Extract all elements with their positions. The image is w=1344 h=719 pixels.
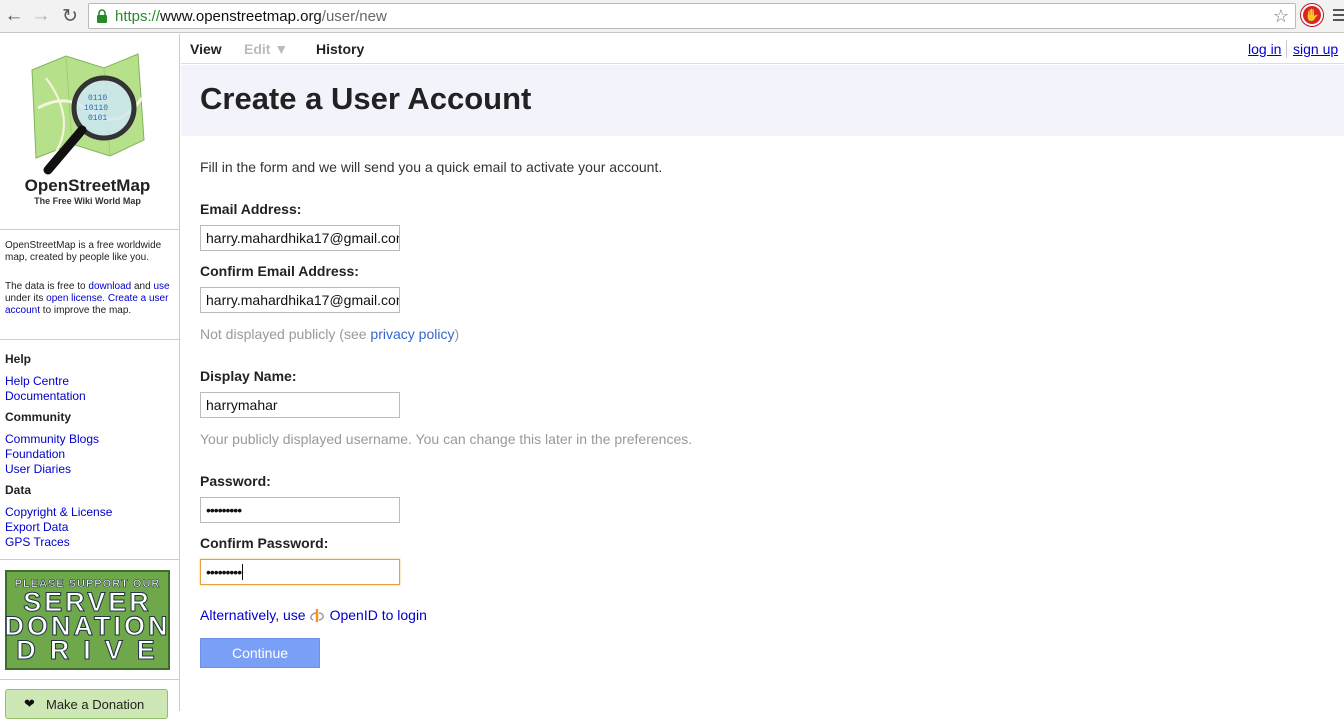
login-link[interactable]: log in — [1248, 41, 1281, 57]
divider — [0, 679, 179, 680]
data-heading: Data — [5, 483, 32, 497]
intro-text-part: and — [131, 281, 154, 292]
forward-icon[interactable]: → — [28, 3, 54, 29]
lock-icon — [95, 9, 109, 23]
gps-traces-link[interactable]: GPS Traces — [5, 535, 70, 549]
intro-text-part: to improve the map. — [40, 305, 132, 316]
password-field[interactable]: ••••••••• — [200, 497, 400, 523]
confirm-email-label: Confirm Email Address: — [200, 263, 359, 279]
use-link[interactable]: use — [153, 281, 169, 292]
openid-option[interactable]: Alternatively, use OpenID to login — [200, 607, 427, 623]
url-host: www.openstreetmap.org — [160, 7, 322, 25]
confirm-password-label: Confirm Password: — [200, 535, 329, 551]
reload-icon[interactable]: ↻ — [57, 3, 83, 29]
user-diaries-link[interactable]: User Diaries — [5, 462, 71, 476]
community-heading: Community — [5, 410, 71, 424]
signup-link[interactable]: sign up — [1293, 41, 1338, 57]
tab-view[interactable]: View — [190, 41, 222, 57]
confirm-email-field[interactable]: harry.mahardhika17@gmail.com — [200, 287, 400, 313]
help-centre-link[interactable]: Help Centre — [5, 374, 69, 388]
openid-prefix[interactable]: Alternatively, use — [200, 607, 306, 623]
display-name-hint: Your publicly displayed username. You ca… — [200, 431, 693, 447]
privacy-policy-link[interactable]: privacy policy — [370, 326, 454, 342]
form-intro: Fill in the form and we will send you a … — [200, 159, 663, 175]
banner-line: DRIVE — [16, 635, 169, 665]
brand-name: OpenStreetMap — [24, 176, 151, 195]
divider — [0, 339, 179, 340]
intro-text-part: The data is free to — [5, 281, 89, 292]
openid-icon — [309, 607, 326, 623]
left-sidebar: 0110 10110 0101 OpenStreetMap The Free W… — [0, 34, 180, 719]
address-bar[interactable]: https://www.openstreetmap.org/user/new ☆ — [88, 3, 1296, 29]
open-license-link[interactable]: open license — [46, 293, 102, 304]
bookmark-star-icon[interactable]: ☆ — [1273, 6, 1289, 27]
url-path: /user/new — [321, 7, 387, 25]
copyright-license-link[interactable]: Copyright & License — [5, 505, 112, 519]
export-data-link[interactable]: Export Data — [5, 520, 68, 534]
browser-menu-icon[interactable] — [1333, 9, 1344, 24]
back-icon[interactable]: ← — [1, 3, 27, 29]
divider — [0, 559, 179, 560]
email-field[interactable]: harry.mahardhika17@gmail.com — [200, 225, 400, 251]
brand-tagline: The Free Wiki World Map — [34, 196, 141, 206]
help-heading: Help — [5, 352, 32, 366]
display-name-field[interactable]: harrymahar — [200, 392, 400, 418]
divider — [1286, 40, 1287, 58]
password-label: Password: — [200, 473, 271, 489]
confirm-password-value: ••••••••• — [206, 564, 242, 580]
donation-drive-banner[interactable]: PLEASE SUPPORT OUR SERVER DONATION DRIVE — [4, 570, 170, 670]
text-caret — [242, 564, 244, 580]
page-header: Create a User Account — [181, 65, 1344, 136]
divider — [0, 229, 179, 230]
svg-text:10110: 10110 — [84, 104, 108, 113]
svg-text:0110: 0110 — [88, 94, 107, 103]
donate-label: Make a Donation — [46, 696, 145, 712]
openid-login-link[interactable]: OpenID to login — [330, 607, 427, 623]
svg-text:0101: 0101 — [88, 114, 107, 123]
email-hint-text: ) — [454, 326, 460, 342]
osm-logo-icon[interactable]: 0110 10110 0101 — [26, 48, 150, 178]
url-scheme: https:// — [115, 7, 161, 25]
heart-icon: ❤ — [24, 696, 35, 711]
email-hint-text: Not displayed publicly (see — [200, 326, 371, 342]
intro-text-part: under its — [5, 293, 47, 304]
confirm-password-field[interactable]: ••••••••• — [200, 559, 400, 585]
continue-button[interactable]: Continue — [200, 638, 320, 668]
adblock-extension-icon[interactable]: ✋ — [1301, 4, 1323, 26]
intro-text: OpenStreetMap is a free worldwide map, c… — [5, 240, 162, 263]
foundation-link[interactable]: Foundation — [5, 447, 65, 461]
top-navigation: View Edit ▼ History log in sign up — [181, 34, 1344, 64]
tab-history[interactable]: History — [316, 41, 364, 57]
tab-edit[interactable]: Edit ▼ — [244, 41, 288, 57]
email-hint: Not displayed publicly (see privacy poli… — [200, 326, 459, 342]
community-blogs-link[interactable]: Community Blogs — [5, 432, 99, 446]
email-label: Email Address: — [200, 201, 302, 217]
browser-toolbar: ← → ↻ https://www.openstreetmap.org/user… — [0, 0, 1344, 33]
download-link[interactable]: download — [88, 281, 131, 292]
page-title: Create a User Account — [200, 81, 532, 116]
documentation-link[interactable]: Documentation — [5, 389, 86, 403]
intro-license-text: The data is free to download and use und… — [5, 281, 173, 317]
display-name-label: Display Name: — [200, 368, 297, 384]
make-donation-button[interactable]: ❤ Make a Donation — [5, 689, 168, 719]
